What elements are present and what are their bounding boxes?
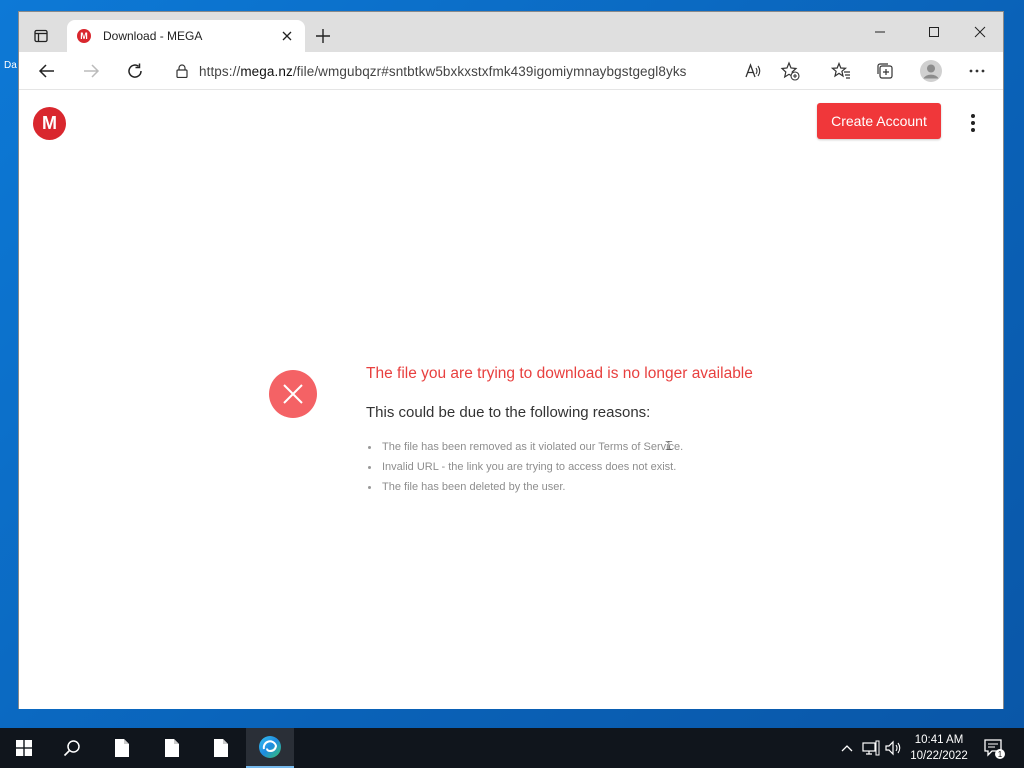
error-title: The file you are trying to download is n… (366, 365, 753, 382)
error-x-icon (269, 370, 317, 418)
url-path: /file/wmgubqzr#sntbtkw5bxkxstxfmk439igom… (292, 63, 687, 79)
notification-count: 1 (998, 750, 1003, 759)
lock-icon[interactable] (165, 64, 199, 78)
clock-time: 10:41 AM (914, 734, 964, 746)
notification-center-icon[interactable]: 1 (980, 728, 1008, 768)
back-icon[interactable] (33, 57, 61, 85)
taskbar: 10:41 AM 10/22/2022 1 (0, 728, 1024, 768)
create-account-button[interactable]: Create Account (817, 103, 941, 139)
collections-icon[interactable] (871, 57, 899, 85)
profile-avatar-icon[interactable] (917, 57, 945, 85)
browser-toolbar: https://mega.nz/file/wmgubqzr#sntbtkw5bx… (19, 52, 1003, 90)
menu-kebab-icon[interactable] (963, 111, 983, 135)
edge-browser-icon[interactable] (246, 728, 294, 768)
url-text[interactable]: https://mega.nz/file/wmgubqzr#sntbtkw5bx… (199, 64, 811, 79)
tab-actions-icon[interactable] (29, 24, 53, 48)
forward-icon[interactable] (77, 57, 105, 85)
list-item: Invalid URL - the link you are trying to… (366, 457, 683, 477)
text-cursor-icon: ⌶ (665, 439, 673, 454)
taskbar-clock[interactable]: 10:41 AM 10/22/2022 (902, 732, 976, 764)
add-favorite-icon[interactable] (776, 57, 804, 85)
address-bar[interactable]: https://mega.nz/file/wmgubqzr#sntbtkw5bx… (165, 56, 811, 86)
browser-window: M Download - MEGA https://mega.nz/file/w… (18, 11, 1004, 709)
mega-logo[interactable]: M (33, 107, 66, 140)
page-content: M Create Account The file you are trying… (19, 91, 1003, 709)
list-item: The file has been deleted by the user. (366, 477, 683, 497)
settings-more-icon[interactable] (963, 57, 991, 85)
desktop-icon-label[interactable]: Da (4, 60, 17, 71)
favorites-icon[interactable] (827, 57, 855, 85)
clock-date: 10/22/2022 (910, 750, 968, 762)
close-window-icon[interactable] (957, 20, 1003, 44)
file-icon[interactable] (148, 728, 196, 768)
reasons-list: The file has been removed as it violated… (366, 437, 683, 497)
chevron-up-icon[interactable] (838, 728, 856, 768)
tab-download-mega[interactable]: M Download - MEGA (67, 20, 305, 52)
start-windows-icon[interactable] (0, 728, 48, 768)
error-subtitle: This could be due to the following reaso… (366, 404, 651, 421)
tab-title: Download - MEGA (103, 29, 203, 43)
search-icon[interactable] (48, 728, 96, 768)
network-icon[interactable] (860, 728, 882, 768)
url-host: mega.nz (240, 63, 293, 79)
read-aloud-icon[interactable] (739, 57, 767, 85)
refresh-icon[interactable] (121, 57, 149, 85)
list-item: The file has been removed as it violated… (366, 437, 683, 457)
maximize-icon[interactable] (911, 20, 957, 44)
new-tab-icon[interactable] (313, 26, 333, 46)
file-icon[interactable] (197, 728, 245, 768)
minimize-icon[interactable] (857, 20, 903, 44)
mega-favicon-icon: M (77, 29, 91, 43)
file-icon[interactable] (98, 728, 146, 768)
url-scheme: https:// (199, 63, 241, 79)
close-tab-icon[interactable] (279, 28, 295, 44)
volume-icon[interactable] (884, 728, 904, 768)
tab-strip: M Download - MEGA (19, 12, 1003, 52)
